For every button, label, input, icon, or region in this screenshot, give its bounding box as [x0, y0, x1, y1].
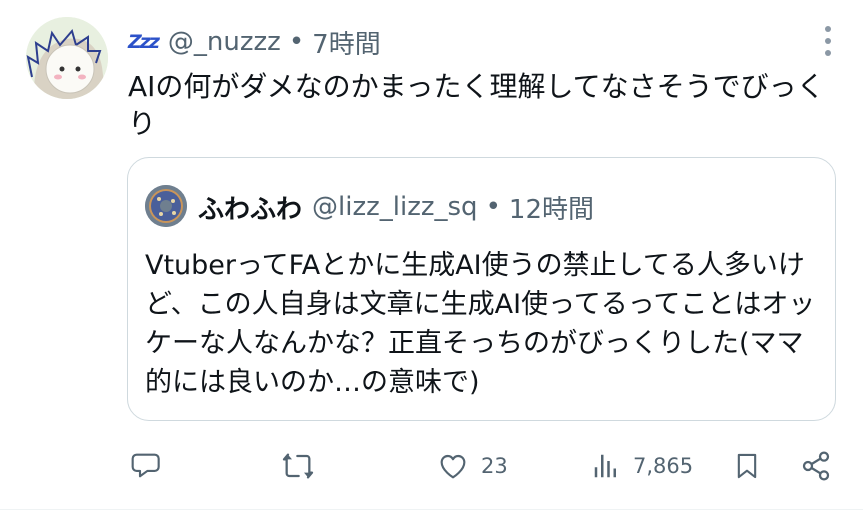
- reply-button[interactable]: [130, 438, 162, 494]
- quoted-user-avatar[interactable]: [145, 185, 187, 227]
- views-count: 7,865: [633, 454, 694, 478]
- quoted-separator-dot: •: [485, 192, 501, 222]
- share-button[interactable]: [800, 438, 832, 494]
- avatar-image: [26, 17, 108, 99]
- bookmark-icon: [737, 453, 757, 479]
- divider: [0, 509, 863, 510]
- user-avatar[interactable]: [26, 17, 108, 99]
- post-text: AIの何がダメなのかまったく理解してなさそうでびっくり: [128, 70, 825, 140]
- post-time[interactable]: 7時間: [312, 24, 381, 61]
- like-button[interactable]: 23: [437, 438, 508, 494]
- quoted-display-name[interactable]: ふわふわ: [198, 189, 302, 226]
- repost-button[interactable]: [281, 438, 315, 494]
- action-bar: 23 7,865: [0, 438, 863, 494]
- quoted-post-header: ふわふわ @lizz_lizz_sq • 12時間: [198, 189, 594, 225]
- bookmark-button[interactable]: [733, 438, 761, 494]
- like-count: 23: [481, 454, 508, 478]
- share-icon: [802, 451, 830, 481]
- quoted-post[interactable]: ふわふわ @lizz_lizz_sq • 12時間 VtuberってFAとかに生…: [127, 157, 836, 421]
- more-options-icon[interactable]: [823, 26, 833, 56]
- repost-icon: [282, 453, 314, 479]
- post-header: Zzz @_nuzzz • 7時間: [128, 24, 381, 60]
- quoted-time[interactable]: 12時間: [509, 189, 594, 226]
- separator-dot: •: [288, 27, 305, 57]
- post-handle[interactable]: @_nuzzz: [168, 27, 281, 57]
- zzz-icon: Zzz: [128, 31, 160, 53]
- quoted-text: VtuberってFAとかに生成AI使うの禁止してる人多いけど、この人自身は文章に…: [145, 250, 816, 398]
- quoted-handle[interactable]: @lizz_lizz_sq: [312, 192, 478, 222]
- heart-icon: [440, 454, 466, 479]
- speech-bubble-icon: [131, 453, 160, 478]
- views-button[interactable]: 7,865: [591, 438, 693, 494]
- bar-chart-icon: [594, 454, 616, 478]
- quoted-avatar-image: [145, 185, 187, 227]
